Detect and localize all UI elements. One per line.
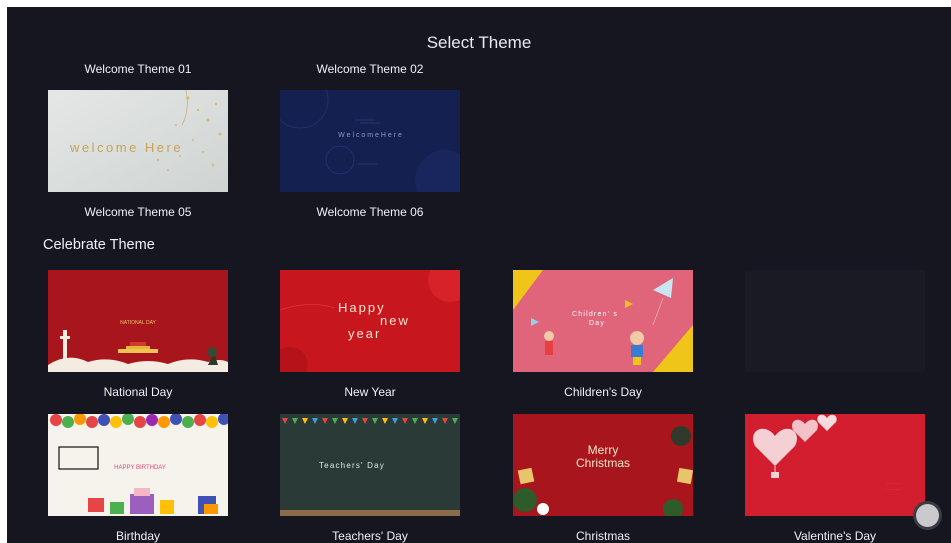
welcome-theme-06-thumb-text: W e l c o m e H e r e [338,132,402,139]
christmas-card[interactable]: Merry Christmas [513,414,693,516]
new-year-thumbnail: Happy new year [280,270,460,372]
welcome-theme-05-label: Welcome Theme 05 [84,205,192,219]
celebrate-theme-heading: Celebrate Theme [43,237,155,253]
teachers-day-thumb-text: Teachers' Day [319,461,385,470]
page-title: Select Theme [426,33,532,52]
childrens-day-thumbnail: Children' s Day [513,270,693,372]
christmas-label: Christmas [575,529,630,543]
welcome-theme-06-thumbnail: W e l c o m e H e r e [280,90,460,192]
childrens-day-label: Children's Day [564,385,642,399]
christmas-thumb-line1: Merry [588,443,619,457]
childrens-day-card[interactable]: Children' s Day [513,270,693,372]
welcome-theme-05-thumb-text: welcome Here [69,140,183,155]
valentines-day-thumbnail: . . . . . . . . . . . . . . . . . [745,414,925,516]
new-year-thumb-line3: year [348,326,381,341]
childrens-day-thumb-line1: Children' s [572,311,618,318]
birthday-thumb-text: HAPPY BIRTHDAY [114,465,166,471]
empty-theme-slot [745,270,925,372]
valentines-day-label: Valentine's Day [793,529,877,543]
welcome-theme-05-card[interactable]: welcome Here [48,90,228,192]
valentines-day-card[interactable]: . . . . . . . . . . . . . . . . . [745,414,925,516]
childrens-day-thumb-line2: Day [589,320,605,327]
christmas-thumb-line2: Christmas [576,456,630,470]
welcome-theme-06-label: Welcome Theme 06 [316,205,424,219]
teachers-day-label: Teachers' Day [332,529,408,543]
welcome-theme-01-label: Welcome Theme 01 [84,62,192,76]
teachers-day-card[interactable]: Teachers' Day [280,414,460,516]
christmas-thumbnail: Merry Christmas [513,414,693,516]
birthday-label: Birthday [115,529,161,543]
national-day-thumb-text: NATIONAL DAY [120,320,156,326]
new-year-thumb-line1: Happy [338,300,386,315]
welcome-theme-06-card[interactable]: W e l c o m e H e r e [280,90,460,192]
new-year-thumb-line2: new [380,313,410,328]
welcome-theme-05-thumbnail: welcome Here [48,90,228,192]
circle-fab-icon[interactable] [916,504,939,527]
new-year-card[interactable]: Happy new year [280,270,460,372]
new-year-label: New Year [344,385,396,399]
birthday-thumbnail: HAPPY BIRTHDAY [48,414,228,516]
welcome-theme-02-label: Welcome Theme 02 [316,62,424,76]
birthday-card[interactable]: HAPPY BIRTHDAY [48,414,228,516]
teachers-day-thumbnail: Teachers' Day [280,414,460,516]
svg-text:. . . . . . . . .: . . . . . . . . . [886,487,900,491]
national-day-thumbnail: NATIONAL DAY [48,270,228,372]
theme-selection-screen: Select Theme Welcome Theme 01 Welcome Th… [7,7,951,543]
empty-theme-slot-thumbnail [745,270,925,372]
svg-text:. . . . . . . .: . . . . . . . . [887,481,900,485]
national-day-label: National Day [103,385,173,399]
national-day-card[interactable]: NATIONAL DAY [48,270,228,372]
